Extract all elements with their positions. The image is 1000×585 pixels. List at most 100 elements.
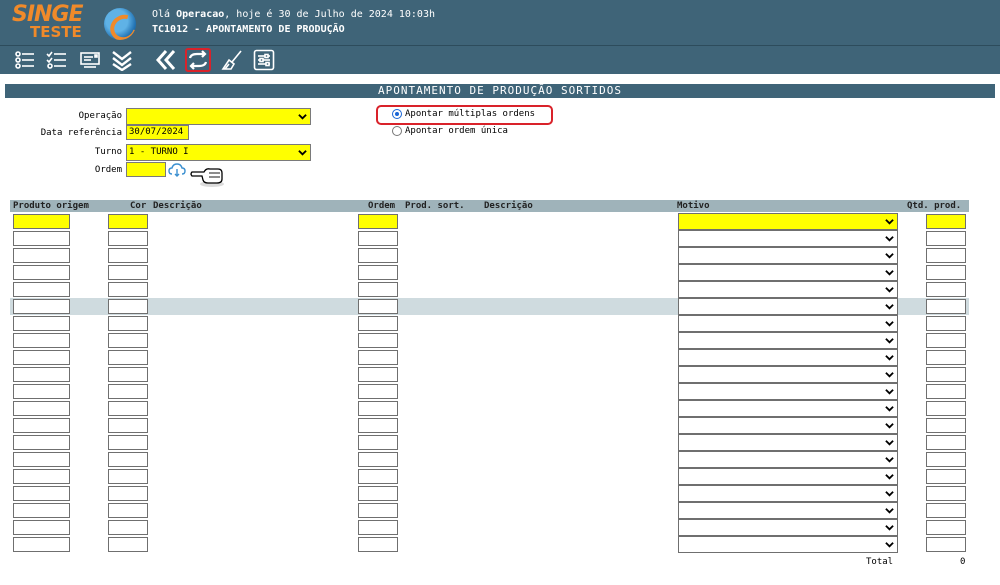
cor-input[interactable]	[108, 520, 148, 535]
qtd-prod-input[interactable]	[926, 316, 966, 331]
produto-origem-input[interactable]	[13, 503, 70, 518]
list-icon[interactable]	[12, 48, 38, 72]
motivo-select[interactable]	[678, 519, 898, 536]
motivo-select[interactable]	[678, 315, 898, 332]
broom-icon[interactable]	[219, 48, 245, 72]
motivo-select[interactable]	[678, 213, 898, 230]
cor-input[interactable]	[108, 231, 148, 246]
motivo-select[interactable]	[678, 485, 898, 502]
produto-origem-input[interactable]	[13, 350, 70, 365]
cor-input[interactable]	[108, 452, 148, 467]
motivo-select[interactable]	[678, 502, 898, 519]
produto-origem-input[interactable]	[13, 214, 70, 229]
cor-input[interactable]	[108, 282, 148, 297]
motivo-select[interactable]	[678, 349, 898, 366]
refresh-icon[interactable]	[185, 48, 211, 72]
motivo-select[interactable]	[678, 383, 898, 400]
ordem-cell-input[interactable]	[358, 333, 398, 348]
ordem-cell-input[interactable]	[358, 401, 398, 416]
produto-origem-input[interactable]	[13, 367, 70, 382]
ordem-cell-input[interactable]	[358, 486, 398, 501]
ordem-cell-input[interactable]	[358, 435, 398, 450]
produto-origem-input[interactable]	[13, 435, 70, 450]
qtd-prod-input[interactable]	[926, 401, 966, 416]
ordem-cell-input[interactable]	[358, 503, 398, 518]
ordem-cell-input[interactable]	[358, 350, 398, 365]
qtd-prod-input[interactable]	[926, 367, 966, 382]
motivo-select[interactable]	[678, 230, 898, 247]
ordem-cell-input[interactable]	[358, 469, 398, 484]
produto-origem-input[interactable]	[13, 520, 70, 535]
cor-input[interactable]	[108, 537, 148, 552]
cor-input[interactable]	[108, 469, 148, 484]
motivo-select[interactable]	[678, 298, 898, 315]
radio-ordem-unica[interactable]: Apontar ordem única	[392, 126, 508, 136]
cor-input[interactable]	[108, 503, 148, 518]
radio-unselected-icon[interactable]	[392, 126, 402, 136]
ordem-cell-input[interactable]	[358, 316, 398, 331]
qtd-prod-input[interactable]	[926, 435, 966, 450]
produto-origem-input[interactable]	[13, 486, 70, 501]
checklist-icon[interactable]	[44, 48, 70, 72]
produto-origem-input[interactable]	[13, 316, 70, 331]
radio-selected-icon[interactable]	[392, 109, 402, 119]
produto-origem-input[interactable]	[13, 248, 70, 263]
qtd-prod-input[interactable]	[926, 214, 966, 229]
back-icon[interactable]	[153, 48, 179, 72]
motivo-select[interactable]	[678, 247, 898, 264]
operacao-select[interactable]	[126, 108, 311, 125]
cor-input[interactable]	[108, 248, 148, 263]
ordem-cell-input[interactable]	[358, 520, 398, 535]
cor-input[interactable]	[108, 435, 148, 450]
qtd-prod-input[interactable]	[926, 469, 966, 484]
produto-origem-input[interactable]	[13, 469, 70, 484]
ordem-cell-input[interactable]	[358, 299, 398, 314]
produto-origem-input[interactable]	[13, 333, 70, 348]
ordem-cell-input[interactable]	[358, 282, 398, 297]
cor-input[interactable]	[108, 214, 148, 229]
radio-multiplas-ordens[interactable]: Apontar múltiplas ordens	[392, 109, 535, 119]
cor-input[interactable]	[108, 333, 148, 348]
print-icon[interactable]	[77, 48, 103, 72]
produto-origem-input[interactable]	[13, 537, 70, 552]
cloud-download-icon[interactable]	[168, 163, 186, 177]
motivo-select[interactable]	[678, 332, 898, 349]
qtd-prod-input[interactable]	[926, 418, 966, 433]
produto-origem-input[interactable]	[13, 299, 70, 314]
ordem-cell-input[interactable]	[358, 384, 398, 399]
cor-input[interactable]	[108, 384, 148, 399]
produto-origem-input[interactable]	[13, 418, 70, 433]
ordem-cell-input[interactable]	[358, 231, 398, 246]
cor-input[interactable]	[108, 316, 148, 331]
motivo-select[interactable]	[678, 281, 898, 298]
motivo-select[interactable]	[678, 366, 898, 383]
ordem-cell-input[interactable]	[358, 452, 398, 467]
cor-input[interactable]	[108, 350, 148, 365]
ordem-input[interactable]	[126, 162, 166, 177]
turno-select[interactable]: 1 - TURNO I	[126, 144, 311, 161]
motivo-select[interactable]	[678, 400, 898, 417]
cor-input[interactable]	[108, 367, 148, 382]
qtd-prod-input[interactable]	[926, 248, 966, 263]
produto-origem-input[interactable]	[13, 282, 70, 297]
qtd-prod-input[interactable]	[926, 537, 966, 552]
qtd-prod-input[interactable]	[926, 384, 966, 399]
qtd-prod-input[interactable]	[926, 299, 966, 314]
qtd-prod-input[interactable]	[926, 265, 966, 280]
motivo-select[interactable]	[678, 536, 898, 553]
produto-origem-input[interactable]	[13, 384, 70, 399]
cor-input[interactable]	[108, 418, 148, 433]
cor-input[interactable]	[108, 401, 148, 416]
ordem-cell-input[interactable]	[358, 418, 398, 433]
motivo-select[interactable]	[678, 264, 898, 281]
ordem-cell-input[interactable]	[358, 367, 398, 382]
produto-origem-input[interactable]	[13, 401, 70, 416]
motivo-select[interactable]	[678, 468, 898, 485]
settings-icon[interactable]	[251, 48, 277, 72]
qtd-prod-input[interactable]	[926, 520, 966, 535]
collapse-icon[interactable]	[109, 48, 135, 72]
qtd-prod-input[interactable]	[926, 282, 966, 297]
cor-input[interactable]	[108, 265, 148, 280]
produto-origem-input[interactable]	[13, 452, 70, 467]
produto-origem-input[interactable]	[13, 265, 70, 280]
